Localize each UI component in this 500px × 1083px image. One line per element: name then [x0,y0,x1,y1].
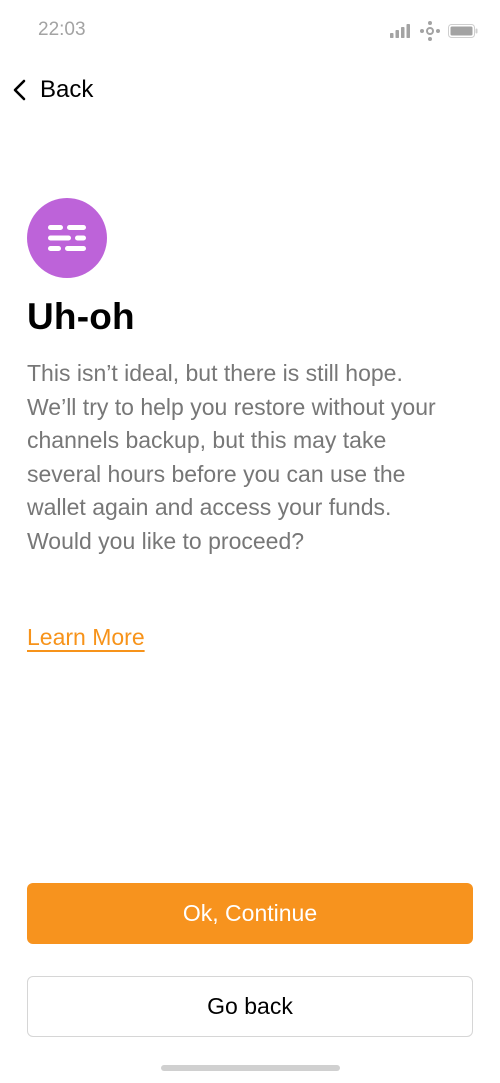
chevron-left-icon [10,77,32,103]
back-label: Back [40,76,94,103]
page-title: Uh-oh [27,296,135,337]
network-icon [420,21,440,41]
status-icons [390,20,478,42]
status-time: 22:03 [38,19,86,40]
ok-continue-button[interactable]: Ok, Continue [27,883,473,944]
channels-backup-icon [27,198,107,278]
battery-icon [448,24,478,38]
status-bar: 22:03 [0,0,500,60]
go-back-button[interactable]: Go back [27,976,473,1037]
description-text: This isn’t ideal, but there is still hop… [27,360,436,554]
signal-bars-icon [390,24,412,38]
back-button[interactable]: Back [10,72,93,108]
home-indicator [161,1065,340,1071]
learn-more-link[interactable]: Learn More [27,624,145,651]
